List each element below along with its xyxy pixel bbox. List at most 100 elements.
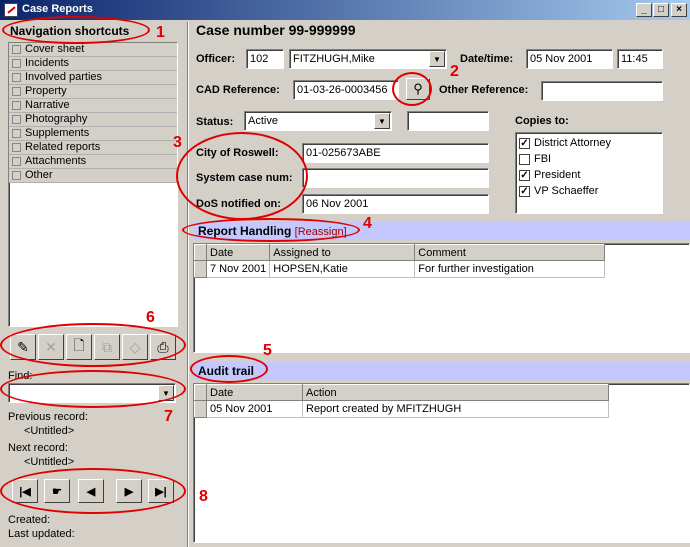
- column-header[interactable]: Assigned to: [269, 244, 416, 261]
- edit-button[interactable]: ✎: [10, 334, 36, 360]
- nav-item-checkbox[interactable]: [12, 59, 21, 68]
- copies-item[interactable]: ✓ District Attorney: [516, 135, 662, 151]
- nav-item-checkbox[interactable]: [12, 157, 21, 166]
- copies-item[interactable]: ✓ President: [516, 167, 662, 183]
- find-combo[interactable]: ▼: [8, 383, 176, 403]
- pencil-icon: ✎: [17, 338, 29, 355]
- nav-item[interactable]: Cover sheet: [9, 43, 177, 57]
- status-combo[interactable]: Active ▼: [244, 111, 392, 131]
- chevron-down-icon[interactable]: ▼: [429, 51, 445, 67]
- chevron-down-icon[interactable]: ▼: [374, 113, 390, 129]
- window-title: Case Reports: [22, 3, 93, 15]
- officer-name-combo[interactable]: FITZHUGH,Mike ▼: [289, 49, 447, 69]
- new-document-icon: 🗋: [73, 337, 85, 353]
- copies-item[interactable]: FBI: [516, 151, 662, 167]
- nav-item[interactable]: Incidents: [9, 57, 177, 71]
- first-record-button[interactable]: |◀: [12, 479, 38, 503]
- last-record-button[interactable]: ▶|: [148, 479, 174, 503]
- copies-item-label: President: [534, 169, 581, 181]
- panel-divider[interactable]: [187, 22, 189, 547]
- time-field[interactable]: 11:45: [617, 49, 663, 69]
- prev-icon: ◀: [86, 485, 96, 498]
- nav-item[interactable]: Other: [9, 169, 177, 183]
- column-header[interactable]: Comment: [414, 244, 606, 261]
- delete-icon: ✕: [45, 338, 57, 355]
- chevron-down-icon[interactable]: ▼: [158, 385, 174, 401]
- copies-checkbox[interactable]: [519, 153, 530, 165]
- report-handling-header: Report Handling [Reassign]: [193, 222, 690, 240]
- nav-item-label: Photography: [25, 113, 88, 125]
- column-header[interactable]: Date: [205, 244, 271, 261]
- nav-item-checkbox[interactable]: [12, 171, 21, 180]
- cad-reference-field[interactable]: 01-03-26-0003456: [293, 80, 399, 100]
- copy-button[interactable]: ⧉: [94, 334, 120, 360]
- column-header[interactable]: Action: [302, 384, 609, 401]
- status-value: Active: [248, 115, 278, 127]
- nav-item-checkbox[interactable]: [12, 143, 21, 152]
- nav-item[interactable]: Property: [9, 85, 177, 99]
- other-reference-field[interactable]: [541, 81, 663, 101]
- nav-item-checkbox[interactable]: [12, 129, 21, 138]
- nav-item-label: Cover sheet: [25, 43, 85, 55]
- first-icon: |◀: [19, 485, 31, 498]
- copies-checkbox[interactable]: ✓: [519, 169, 530, 181]
- copies-item[interactable]: ✓ VP Schaeffer: [516, 183, 662, 199]
- column-header[interactable]: Date: [206, 384, 303, 401]
- record-navigation: |◀ ☛ ◀ ▶ ▶|: [8, 476, 180, 506]
- audit-trail-header: Audit trail: [193, 362, 690, 380]
- nav-item[interactable]: Narrative: [9, 99, 177, 113]
- dos-notified-field[interactable]: 06 Nov 2001: [302, 194, 489, 214]
- minimize-button[interactable]: _: [636, 3, 652, 17]
- audit-trail-grid: Date Action 05 Nov 2001 Report created by M…: [193, 383, 690, 543]
- nav-item-checkbox[interactable]: [12, 115, 21, 124]
- pointer-icon: ☛: [52, 485, 62, 498]
- delete-button[interactable]: ✕: [38, 334, 64, 360]
- nav-item[interactable]: Related reports: [9, 141, 177, 155]
- reassign-link[interactable]: [Reassign]: [295, 226, 347, 238]
- nav-item[interactable]: Supplements: [9, 127, 177, 141]
- nav-item-label: Property: [25, 85, 67, 97]
- copies-item-label: District Attorney: [534, 137, 612, 149]
- app-icon: [4, 3, 18, 17]
- row-header[interactable]: [194, 400, 207, 418]
- nav-item-checkbox[interactable]: [12, 73, 21, 82]
- print-button[interactable]: ⎙: [150, 334, 176, 360]
- table-cell: 05 Nov 2001: [206, 400, 303, 418]
- previous-record-button[interactable]: ◀: [78, 479, 104, 503]
- cad-lookup-button[interactable]: ⚲: [406, 78, 430, 100]
- audit-trail-title: Audit trail: [198, 364, 254, 378]
- nav-item-checkbox[interactable]: [12, 87, 21, 96]
- officer-name-value: FITZHUGH,Mike: [293, 53, 375, 65]
- annotation-number-6: 6: [146, 309, 155, 326]
- copies-checkbox[interactable]: ✓: [519, 185, 530, 197]
- close-button[interactable]: ×: [671, 3, 687, 17]
- copies-list: ✓ District Attorney FBI ✓ President ✓ VP Schae…: [515, 132, 663, 214]
- status-extra-field[interactable]: [407, 111, 489, 131]
- nav-item-checkbox[interactable]: [12, 101, 21, 110]
- date-field[interactable]: 05 Nov 2001: [526, 49, 613, 69]
- copies-checkbox[interactable]: ✓: [519, 137, 530, 149]
- nav-item-label: Incidents: [25, 57, 70, 69]
- next-record-button[interactable]: ▶: [116, 479, 142, 503]
- new-button[interactable]: 🗋: [66, 334, 92, 360]
- table-row[interactable]: 05 Nov 2001 Report created by MFITZHUGH: [194, 400, 609, 418]
- erase-button[interactable]: ◇: [122, 334, 148, 360]
- report-handling-grid: Date Assigned to Comment 7 Nov 2001 HOPSEN,K…: [193, 243, 690, 353]
- maximize-button[interactable]: □: [653, 3, 669, 17]
- annotation-number-7: 7: [164, 408, 173, 425]
- officer-id-field[interactable]: 102: [246, 49, 284, 69]
- row-header[interactable]: [194, 260, 207, 278]
- annotation-number-2: 2: [450, 63, 459, 80]
- nav-item-checkbox[interactable]: [12, 45, 21, 54]
- nav-item[interactable]: Attachments: [9, 155, 177, 169]
- city-field[interactable]: 01-025673ABE: [302, 143, 489, 163]
- other-reference-label: Other Reference:: [439, 84, 529, 96]
- next-record-value: <Untitled>: [24, 456, 75, 468]
- find-label: Find:: [8, 370, 33, 382]
- system-case-field[interactable]: [302, 168, 489, 188]
- nav-item[interactable]: Involved parties: [9, 71, 177, 85]
- copy-icon: ⧉: [102, 338, 112, 355]
- nav-item[interactable]: Photography: [9, 113, 177, 127]
- goto-record-button[interactable]: ☛: [44, 479, 70, 503]
- table-row[interactable]: 7 Nov 2001 HOPSEN,Katie For further invest…: [194, 260, 606, 278]
